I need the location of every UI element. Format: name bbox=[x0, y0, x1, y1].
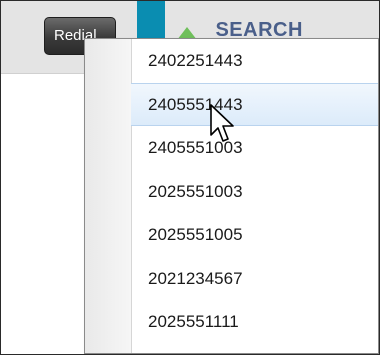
redial-number-item[interactable]: 2025551003 bbox=[85, 170, 378, 214]
redial-number-item[interactable]: 2402251443 bbox=[85, 39, 378, 83]
redial-number-item[interactable]: 2021234567 bbox=[85, 257, 378, 301]
redial-dropdown-menu: 2402251443 2405551443 2405551003 2025551… bbox=[84, 38, 379, 354]
redial-number-item[interactable]: 2025551111 bbox=[85, 300, 378, 344]
redial-number-item[interactable]: 2025551005 bbox=[85, 213, 378, 257]
screenshot-frame: Redial SEARCH 2402251443 2405551443 2405… bbox=[0, 0, 380, 355]
mouse-pointer-icon bbox=[210, 104, 234, 142]
redial-number-item-hovered[interactable]: 2405551443 bbox=[131, 82, 378, 126]
redial-number-list: 2402251443 2405551443 2405551003 2025551… bbox=[85, 39, 378, 344]
